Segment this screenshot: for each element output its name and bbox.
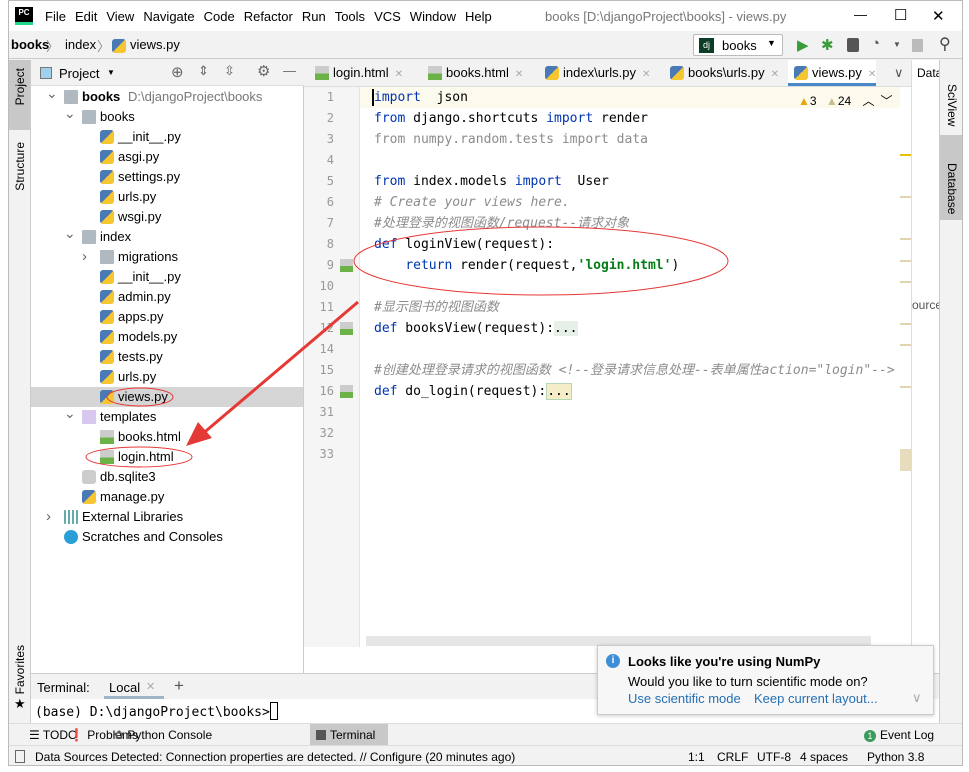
annotation-arrowhead: [186, 422, 212, 446]
annotation-arrow: [199, 300, 359, 438]
annotation-overlay: [85, 226, 729, 468]
annotation-ellipse-code: [353, 226, 729, 296]
annotation-ellipse-login: [85, 446, 193, 468]
annotation-ellipse-views: [106, 387, 174, 407]
